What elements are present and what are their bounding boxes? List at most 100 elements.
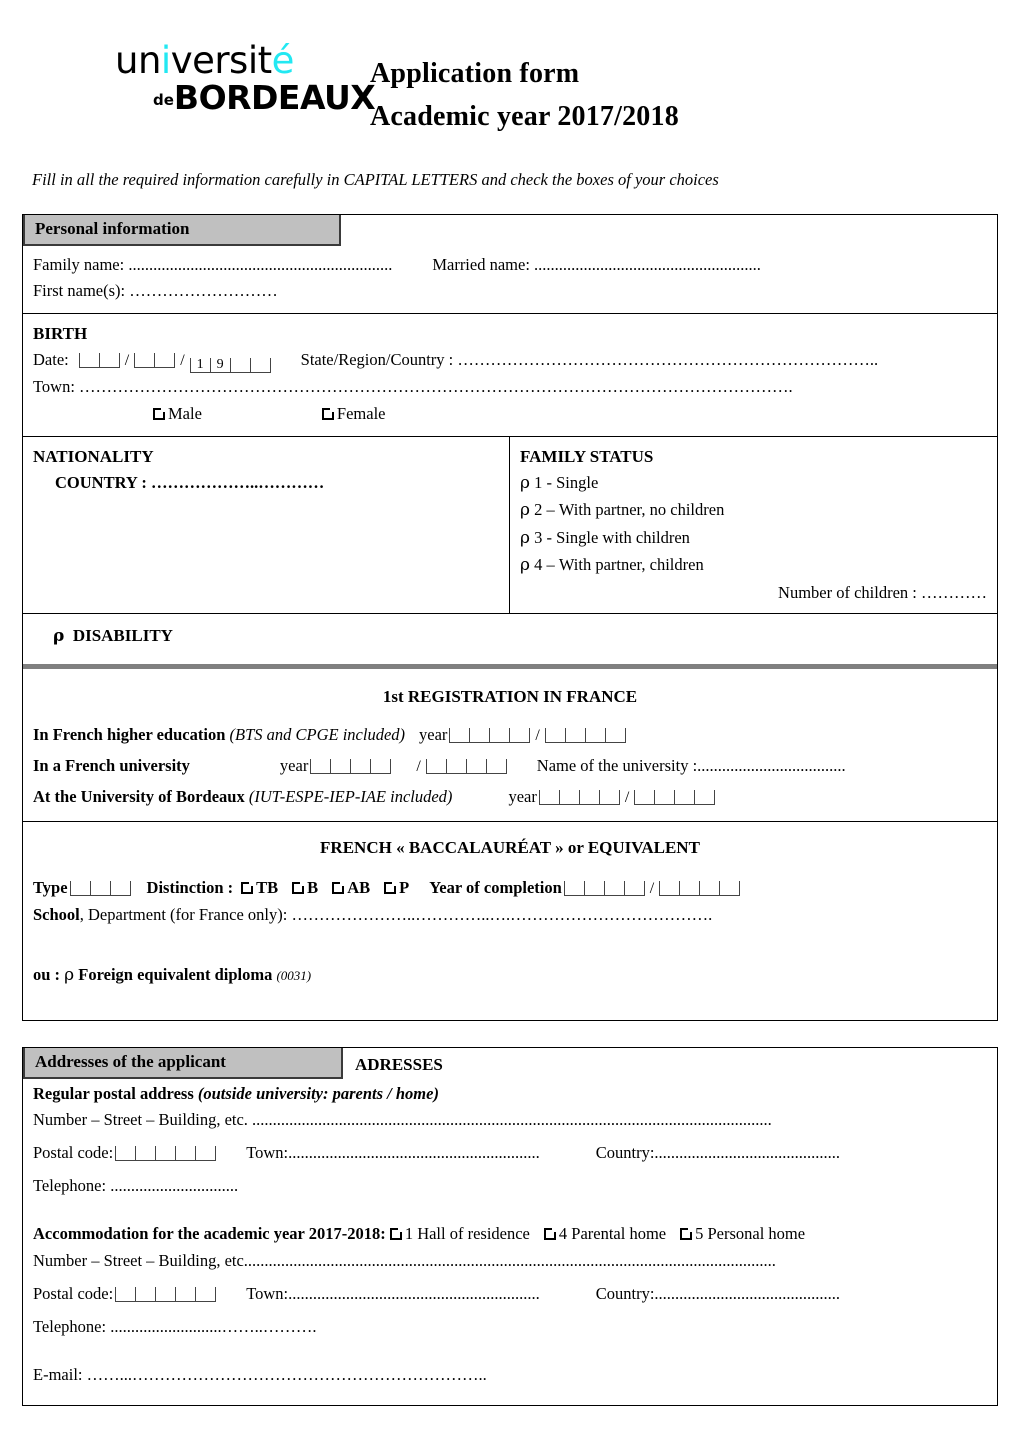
school-department-row[interactable]: School, Department (for France only): ……… (33, 902, 987, 929)
foreign-diploma-row[interactable]: ou : ρ Foreign equivalent diploma (0031) (33, 962, 987, 990)
personal-fields: Family name: ...........................… (23, 246, 997, 313)
section-header-addresses: Addresses of the applicant (23, 1047, 343, 1079)
family-name-row: Family name: ...........................… (33, 252, 987, 279)
family-status-option-3[interactable]: ρ 3 - Single with children (520, 525, 987, 553)
family-status-option-2-label: 2 – With partner, no children (534, 500, 725, 520)
logo-text-de: de (153, 91, 174, 109)
checkbox-distinction-b-icon[interactable] (292, 881, 305, 894)
birth-town-field[interactable]: Town: …………………………………………………………………………………………… (33, 374, 987, 401)
checkbox-accommodation-hall-icon[interactable] (389, 1228, 402, 1241)
checkbox-distinction-tb-icon[interactable] (241, 881, 254, 894)
state-region-country-field[interactable]: State/Region/Country : ……………………………………………… (301, 350, 879, 369)
checkbox-family-status-2-icon[interactable]: ρ (520, 500, 530, 520)
registration-row-bordeaux: At the University of Bordeaux (IUT-ESPE-… (33, 784, 987, 811)
section-title-nationality: NATIONALITY (33, 446, 154, 466)
family-status-option-1-label: 1 - Single (534, 472, 599, 492)
type-label: Type (33, 877, 68, 897)
country-field-2[interactable]: Country:................................… (596, 1284, 840, 1303)
checkbox-disability-icon[interactable]: ρ (53, 626, 64, 646)
birth-month-cells[interactable] (134, 353, 176, 369)
addresses-header-row: Addresses of the applicant ADRESSES (23, 1047, 997, 1079)
registration-row-1-year-from-cells[interactable] (449, 727, 531, 743)
email-field[interactable]: E-mail: ……...……………………………………………………….. (33, 1362, 987, 1389)
checkbox-accommodation-personal-icon[interactable] (680, 1228, 693, 1241)
year-of-completion-to-cells[interactable] (659, 880, 741, 896)
postal-code-cells-1[interactable] (115, 1145, 217, 1161)
postal-code-cells-2[interactable] (115, 1286, 217, 1302)
section-birth: BIRTH Date: //1 9 State/Region/Country : ……… (23, 314, 997, 436)
accommodation-option-1: 1 Hall of residence (404, 1224, 530, 1244)
number-of-children-field[interactable]: Number of children : ………… (520, 580, 987, 607)
telephone-field-1[interactable]: Telephone: .............................… (33, 1173, 987, 1200)
section-title-birth: BIRTH (33, 323, 88, 343)
regular-postal-address-title: Regular postal address (outside universi… (33, 1081, 987, 1108)
telephone-field-2[interactable]: Telephone: ...........................……… (33, 1314, 987, 1341)
checkbox-family-status-1-icon[interactable]: ρ (520, 473, 530, 493)
family-name-field[interactable]: Family name: ...........................… (33, 255, 392, 274)
married-name-field[interactable]: Married name: ..........................… (432, 255, 761, 274)
logo-text-bordeaux: BORDEAUX (173, 78, 376, 117)
section-disability: ρ DISABILITY (23, 614, 997, 664)
section-baccalaureat: FRENCH « BACCALAURÉAT » or EQUIVALENT Ty… (23, 822, 997, 1020)
accommodation-option-3: 5 Personal home (695, 1224, 806, 1244)
registration-row-2-year-to-cells[interactable] (425, 758, 507, 774)
registration-row-1-year-to-cells[interactable] (544, 727, 626, 743)
registration-row-1-year-label: year (419, 724, 448, 744)
postal-row-2: Postal code: Town:.......................… (33, 1281, 987, 1308)
checkbox-accommodation-parental-icon[interactable] (543, 1228, 556, 1241)
section-nationality-family-status: NATIONALITY COUNTRY : ………………..………… FAMIL… (23, 436, 997, 613)
distinction-option-tb: TB (256, 877, 279, 897)
distinction-option-p: P (399, 877, 410, 897)
section-title-baccalaureat: FRENCH « BACCALAURÉAT » or EQUIVALENT (320, 837, 700, 857)
registration-row-3-year-from-cells[interactable] (538, 789, 620, 805)
page-header: université deBORDEAUX Application form A… (0, 0, 1020, 132)
town-field-2[interactable]: Town:...................................… (246, 1284, 540, 1303)
logo-wordmark-bordeaux: deBORDEAUX (115, 81, 376, 114)
first-names-field[interactable]: First name(s): ……………………… (33, 278, 987, 305)
family-status-option-1[interactable]: ρ 1 - Single (520, 470, 987, 498)
birth-year-digit-1: 1 (189, 358, 210, 374)
logo-text-e-cyan: é (271, 39, 295, 82)
birth-year-cells[interactable]: 19 (189, 358, 271, 374)
registration-row-3-label: At the University of Bordeaux (33, 786, 245, 806)
application-form-page: université deBORDEAUX Application form A… (0, 0, 1020, 1443)
registration-row-3-year-to-cells[interactable] (634, 789, 716, 805)
distinction-label: Distinction : (146, 877, 234, 897)
checkbox-male-icon[interactable] (153, 407, 165, 420)
family-status-option-2[interactable]: ρ 2 – With partner, no children (520, 497, 987, 525)
disability-label: DISABILITY (72, 625, 173, 645)
checkbox-female-icon[interactable] (321, 407, 334, 420)
checkbox-distinction-ab-icon[interactable] (332, 881, 345, 894)
postal-code-label-1: Postal code: (33, 1142, 114, 1162)
registration-row-2-year-from-cells[interactable] (310, 758, 392, 774)
disability-row[interactable]: ρ DISABILITY (33, 622, 987, 650)
country-field-1[interactable]: Country:................................… (596, 1143, 840, 1162)
year-of-completion-from-cells[interactable] (563, 880, 645, 896)
registration-university-name-field[interactable]: Name of the university :................… (537, 756, 846, 775)
title-academic-year: Academic year 2017/2018 (370, 101, 679, 133)
number-street-field-1[interactable]: Number – Street – Building, etc. .......… (33, 1107, 987, 1134)
page-title: Application form Academic year 2017/2018 (350, 30, 1000, 139)
regular-postal-address-note: (outside university: parents / home) (197, 1083, 439, 1103)
number-street-field-2[interactable]: Number – Street – Building, etc.........… (33, 1248, 987, 1275)
checkbox-distinction-p-icon[interactable] (384, 881, 397, 894)
checkbox-family-status-3-icon[interactable]: ρ (520, 528, 530, 548)
checkbox-foreign-diploma-icon[interactable]: ρ (64, 965, 74, 985)
registration-row-higher-education: In French higher education (BTS and CPGE… (33, 722, 987, 749)
personal-information-box: Personal information Family name: ......… (22, 214, 998, 1021)
birth-day-cells[interactable] (78, 353, 120, 369)
town-field-1[interactable]: Town:...................................… (246, 1143, 540, 1162)
regular-postal-address-label: Regular postal address (33, 1083, 194, 1103)
section-title-family-status: FAMILY STATUS (520, 446, 654, 466)
type-cells[interactable] (69, 880, 131, 896)
nationality-country-field[interactable]: COUNTRY : ………………..………… (33, 470, 499, 497)
registration-row-french-university: In a French university year / Name of the u… (33, 755, 846, 775)
registration-row-1-label: In French higher education (33, 724, 226, 744)
addresses-header-after: ADRESSES (355, 1054, 443, 1074)
school-department-field[interactable]: , Department (for France only): ………………….… (80, 905, 712, 924)
logo-text-versit: versit (170, 39, 272, 82)
family-status-option-4[interactable]: ρ 4 – With partner, children (520, 552, 987, 580)
checkbox-family-status-4-icon[interactable]: ρ (520, 555, 530, 575)
registration-row-1-note: (BTS and CPGE included) (229, 724, 406, 744)
registration-row-3-note: (IUT-ESPE-IEP-IAE included) (248, 786, 453, 806)
